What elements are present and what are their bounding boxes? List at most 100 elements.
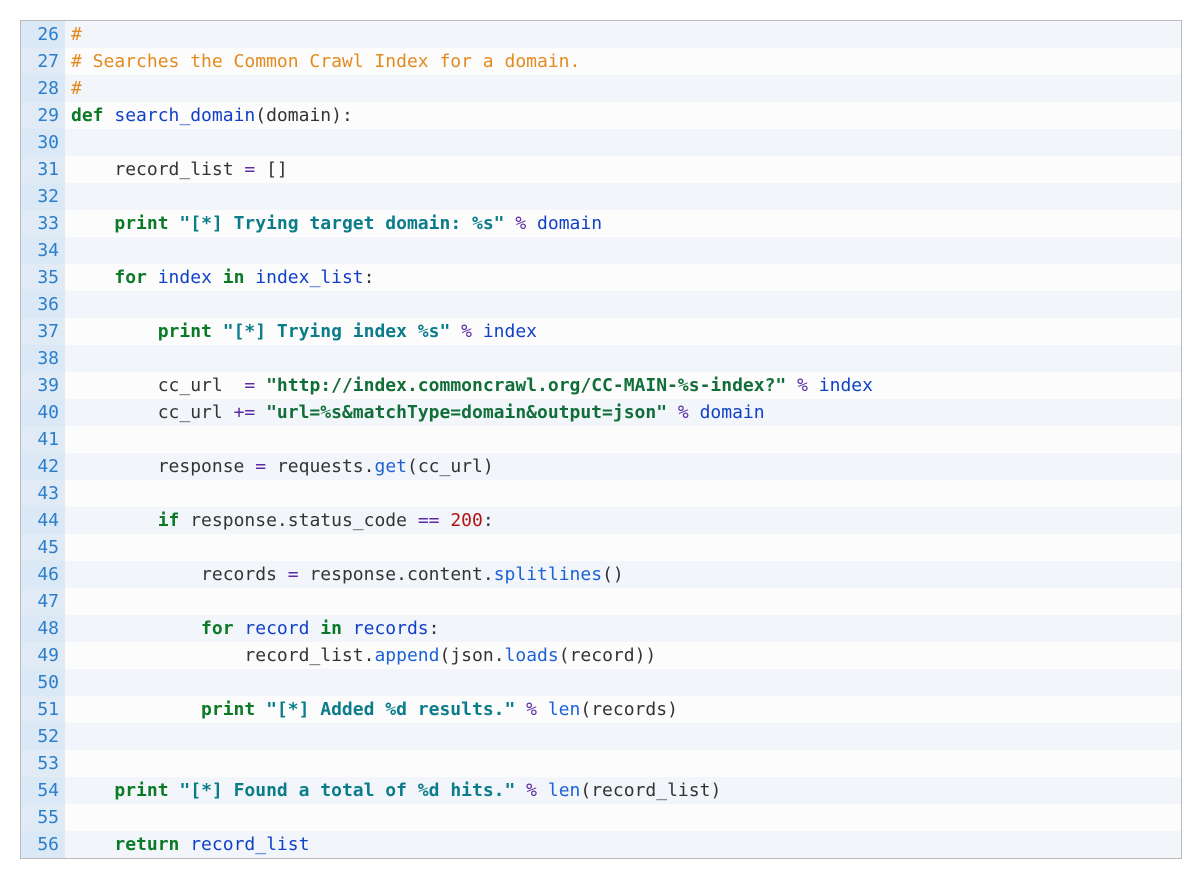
code-line[interactable]: 53: [21, 750, 1181, 777]
code-line[interactable]: 41: [21, 426, 1181, 453]
code-token: def: [71, 105, 114, 126]
code-token: (: [255, 105, 266, 126]
code-token: #: [71, 24, 82, 45]
code-token: get: [374, 456, 407, 477]
code-token: []: [266, 159, 288, 180]
code-line[interactable]: 45: [21, 534, 1181, 561]
code-token: [71, 645, 244, 666]
code-token: 200: [450, 510, 483, 531]
code-content[interactable]: response = requests.get(cc_url): [65, 453, 494, 480]
code-line[interactable]: 31 record_list = []: [21, 156, 1181, 183]
code-content[interactable]: print "[*] Added %d results." % len(reco…: [65, 696, 678, 723]
code-token: "http://index.commoncrawl.org/CC-MAIN-%s…: [266, 375, 786, 396]
code-line[interactable]: 54 print "[*] Found a total of %d hits."…: [21, 777, 1181, 804]
code-token: return: [114, 834, 190, 855]
line-number: 50: [21, 669, 65, 696]
code-line[interactable]: 30: [21, 129, 1181, 156]
code-content[interactable]: cc_url += "url=%s&matchType=domain&outpu…: [65, 399, 765, 426]
code-token: %: [450, 321, 483, 342]
code-token: (: [580, 780, 591, 801]
code-content[interactable]: record_list.append(json.loads(record)): [65, 642, 656, 669]
code-line[interactable]: 49 record_list.append(json.loads(record)…: [21, 642, 1181, 669]
code-line[interactable]: 26#: [21, 21, 1181, 48]
code-token: #: [71, 78, 82, 99]
code-token: [71, 456, 158, 477]
line-number: 36: [21, 291, 65, 318]
code-token: %: [515, 699, 548, 720]
code-line[interactable]: 32: [21, 183, 1181, 210]
code-line[interactable]: 46 records = response.content.splitlines…: [21, 561, 1181, 588]
code-token: =: [255, 456, 277, 477]
code-content[interactable]: for record in records:: [65, 615, 439, 642]
code-token: splitlines: [494, 564, 602, 585]
line-number: 35: [21, 264, 65, 291]
code-token: response: [158, 456, 256, 477]
code-content[interactable]: cc_url = "http://index.commoncrawl.org/C…: [65, 372, 873, 399]
code-line[interactable]: 34: [21, 237, 1181, 264]
code-content[interactable]: record_list = []: [65, 156, 288, 183]
code-line[interactable]: 52: [21, 723, 1181, 750]
code-token: len: [548, 780, 581, 801]
code-token: in: [320, 618, 353, 639]
code-content[interactable]: print "[*] Trying target domain: %s" % d…: [65, 210, 602, 237]
code-token: for: [201, 618, 244, 639]
code-content[interactable]: print "[*] Found a total of %d hits." % …: [65, 777, 721, 804]
code-line[interactable]: 47: [21, 588, 1181, 615]
code-token: records: [353, 618, 429, 639]
code-token: .: [494, 645, 505, 666]
code-token: json: [450, 645, 493, 666]
code-line[interactable]: 42 response = requests.get(cc_url): [21, 453, 1181, 480]
code-token: record_list: [591, 780, 710, 801]
code-token: .: [396, 564, 407, 585]
code-token: search_domain: [114, 105, 255, 126]
line-number: 52: [21, 723, 65, 750]
line-number: 42: [21, 453, 65, 480]
code-line[interactable]: 33 print "[*] Trying target domain: %s" …: [21, 210, 1181, 237]
line-number: 49: [21, 642, 65, 669]
code-token: [71, 321, 158, 342]
code-content[interactable]: #: [65, 75, 82, 102]
code-token: print: [158, 321, 223, 342]
code-token: =: [288, 564, 310, 585]
code-token: records: [201, 564, 288, 585]
code-token: ==: [418, 510, 451, 531]
code-line[interactable]: 38: [21, 345, 1181, 372]
code-editor[interactable]: 26#27# Searches the Common Crawl Index f…: [20, 20, 1182, 859]
code-content[interactable]: def search_domain(domain):: [65, 102, 353, 129]
code-line[interactable]: 50: [21, 669, 1181, 696]
code-content[interactable]: #: [65, 21, 82, 48]
code-line[interactable]: 40 cc_url += "url=%s&matchType=domain&ou…: [21, 399, 1181, 426]
code-line[interactable]: 56 return record_list: [21, 831, 1181, 858]
code-token: record_list: [190, 834, 309, 855]
code-line[interactable]: 37 print "[*] Trying index %s" % index: [21, 318, 1181, 345]
code-line[interactable]: 28#: [21, 75, 1181, 102]
code-token: .: [364, 456, 375, 477]
code-line[interactable]: 35 for index in index_list:: [21, 264, 1181, 291]
code-token: [71, 213, 114, 234]
code-token: ):: [331, 105, 353, 126]
code-line[interactable]: 44 if response.status_code == 200:: [21, 507, 1181, 534]
code-token: "[*] Trying index %s": [223, 321, 451, 342]
code-line[interactable]: 55: [21, 804, 1181, 831]
code-line[interactable]: 29def search_domain(domain):: [21, 102, 1181, 129]
code-line[interactable]: 36: [21, 291, 1181, 318]
code-content[interactable]: # Searches the Common Crawl Index for a …: [65, 48, 580, 75]
code-line[interactable]: 48 for record in records:: [21, 615, 1181, 642]
line-number: 47: [21, 588, 65, 615]
code-content[interactable]: return record_list: [65, 831, 309, 858]
code-line[interactable]: 51 print "[*] Added %d results." % len(r…: [21, 696, 1181, 723]
code-content[interactable]: if response.status_code == 200:: [65, 507, 494, 534]
code-token: "[*] Added %d results.": [266, 699, 515, 720]
code-token: =: [244, 375, 266, 396]
code-token: :: [429, 618, 440, 639]
line-number: 31: [21, 156, 65, 183]
code-line[interactable]: 27# Searches the Common Crawl Index for …: [21, 48, 1181, 75]
code-content[interactable]: records = response.content.splitlines(): [65, 561, 624, 588]
code-line[interactable]: 39 cc_url = "http://index.commoncrawl.or…: [21, 372, 1181, 399]
code-line[interactable]: 43: [21, 480, 1181, 507]
code-content[interactable]: for index in index_list:: [65, 264, 374, 291]
code-content[interactable]: print "[*] Trying index %s" % index: [65, 318, 537, 345]
line-number: 54: [21, 777, 65, 804]
code-token: .: [483, 564, 494, 585]
code-token: record: [244, 618, 320, 639]
